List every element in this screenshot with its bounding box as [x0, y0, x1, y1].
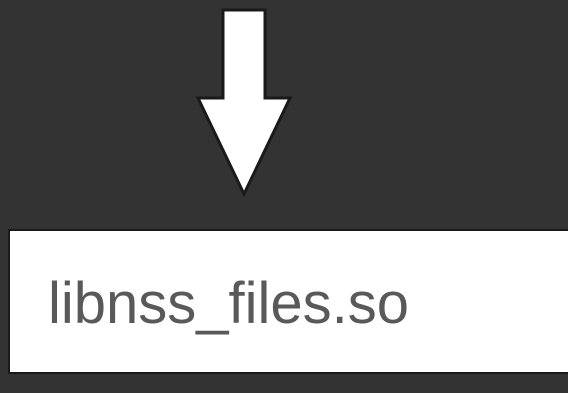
down-arrow-icon — [195, 8, 293, 198]
file-box: libnss_files.so — [8, 229, 568, 374]
diagram-canvas: libnss_files.so — [0, 0, 568, 393]
file-label: libnss_files.so — [48, 271, 410, 336]
